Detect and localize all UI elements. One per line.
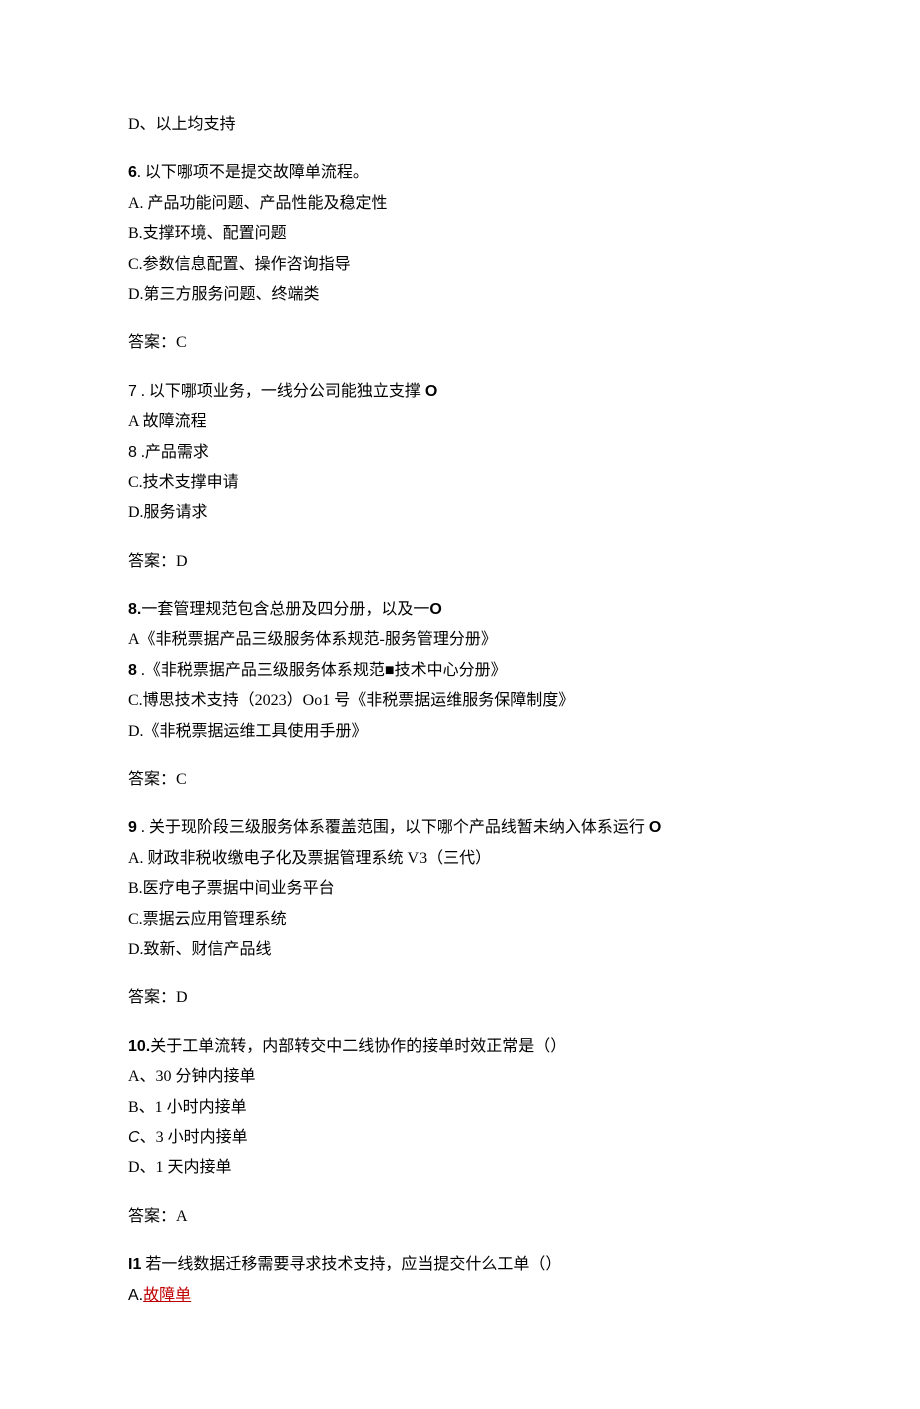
option-a: A《非税票据产品三级服务体系规范-服务管理分册》 — [128, 625, 792, 655]
question-6: 6. 以下哪项不是提交故障单流程。 A. 产品功能问题、产品性能及稳定性 B.支… — [128, 158, 792, 310]
question-text: . 关于现阶段三级服务体系覆盖范围，以下哪个产品线暂未纳入体系运行 — [137, 819, 649, 836]
question-stem: 6. 以下哪项不是提交故障单流程。 — [128, 158, 792, 188]
question-text: . 以下哪项不是提交故障单流程。 — [137, 164, 369, 181]
option-c: C.博思技术支持（2023）Oo1 号《非税票据运维服务保障制度》 — [128, 686, 792, 716]
question-text: . 以下哪项业务，一线分公司能独立支撑 — [137, 383, 425, 400]
option-c: C、3 小时内接单 — [128, 1123, 792, 1153]
question-suffix: O — [425, 383, 437, 400]
question-text: 若一线数据迁移需要寻求技术支持，应当提交什么工单（） — [141, 1256, 561, 1273]
answer-8: 答案：C — [128, 765, 792, 795]
option-b: 8 .《非税票据产品三级服务体系规范■技术中心分册》 — [128, 656, 792, 686]
option-a: A.故障单 — [128, 1281, 792, 1311]
option-b: 8 .产品需求 — [128, 438, 792, 468]
question-text: 一套管理规范包含总册及四分册，以及一 — [141, 601, 429, 618]
answer-7: 答案：D — [128, 547, 792, 577]
option-d: D.《非税票据运维工具使用手册》 — [128, 717, 792, 747]
option-d: D.第三方服务问题、终端类 — [128, 280, 792, 310]
option-d: D、1 天内接单 — [128, 1153, 792, 1183]
question-suffix: O — [429, 601, 441, 618]
option-a: A 故障流程 — [128, 407, 792, 437]
question-10: 10.关于工单流转，内部转交中二线协作的接单时效正常是（） A、30 分钟内接单… — [128, 1032, 792, 1184]
answer-10: 答案：A — [128, 1202, 792, 1232]
option-c-prefix: C — [128, 1129, 140, 1146]
option-b: B.医疗电子票据中间业务平台 — [128, 874, 792, 904]
answer-9: 答案：D — [128, 983, 792, 1013]
question-stem: 10.关于工单流转，内部转交中二线协作的接单时效正常是（） — [128, 1032, 792, 1062]
option-b-text: .产品需求 — [137, 444, 209, 461]
option-c: C.技术支撑申请 — [128, 468, 792, 498]
option-b-number: 8 — [128, 444, 137, 461]
question-5-tail: D、以上均支持 — [128, 110, 792, 140]
option-b-number: 8 — [128, 662, 137, 679]
question-number: 7 — [128, 383, 137, 400]
option-a: A. 财政非税收缴电子化及票据管理系统 V3（三代） — [128, 844, 792, 874]
option-c: C.票据云应用管理系统 — [128, 905, 792, 935]
question-stem: 7 . 以下哪项业务，一线分公司能独立支撑 O — [128, 377, 792, 407]
option-b-text: .《非税票据产品三级服务体系规范■技术中心分册》 — [137, 662, 507, 679]
option-c-text: 、3 小时内接单 — [140, 1129, 248, 1146]
question-number: 10. — [128, 1038, 150, 1055]
option-d: D.服务请求 — [128, 498, 792, 528]
question-stem: 8.一套管理规范包含总册及四分册，以及一O — [128, 595, 792, 625]
question-9: 9 . 关于现阶段三级服务体系覆盖范围，以下哪个产品线暂未纳入体系运行 O A.… — [128, 813, 792, 965]
question-8: 8.一套管理规范包含总册及四分册，以及一O A《非税票据产品三级服务体系规范-服… — [128, 595, 792, 747]
option-a: A. 产品功能问题、产品性能及稳定性 — [128, 189, 792, 219]
question-text: 关于工单流转，内部转交中二线协作的接单时效正常是（） — [150, 1038, 566, 1055]
question-stem: I1 若一线数据迁移需要寻求技术支持，应当提交什么工单（） — [128, 1250, 792, 1280]
option-d: D.致新、财信产品线 — [128, 935, 792, 965]
question-number: 6 — [128, 164, 137, 181]
question-stem: 9 . 关于现阶段三级服务体系覆盖范围，以下哪个产品线暂未纳入体系运行 O — [128, 813, 792, 843]
question-number: I1 — [128, 1256, 141, 1273]
option-c: C.参数信息配置、操作咨询指导 — [128, 250, 792, 280]
option-b: B、1 小时内接单 — [128, 1093, 792, 1123]
question-11: I1 若一线数据迁移需要寻求技术支持，应当提交什么工单（） A.故障单 — [128, 1250, 792, 1311]
option-d: D、以上均支持 — [128, 110, 792, 140]
question-suffix: O — [649, 819, 661, 836]
option-b: B.支撑环境、配置问题 — [128, 219, 792, 249]
answer-6: 答案：C — [128, 328, 792, 358]
question-number: 8. — [128, 601, 141, 618]
question-number: 9 — [128, 819, 137, 836]
question-7: 7 . 以下哪项业务，一线分公司能独立支撑 O A 故障流程 8 .产品需求 C… — [128, 377, 792, 529]
option-a: A、30 分钟内接单 — [128, 1062, 792, 1092]
